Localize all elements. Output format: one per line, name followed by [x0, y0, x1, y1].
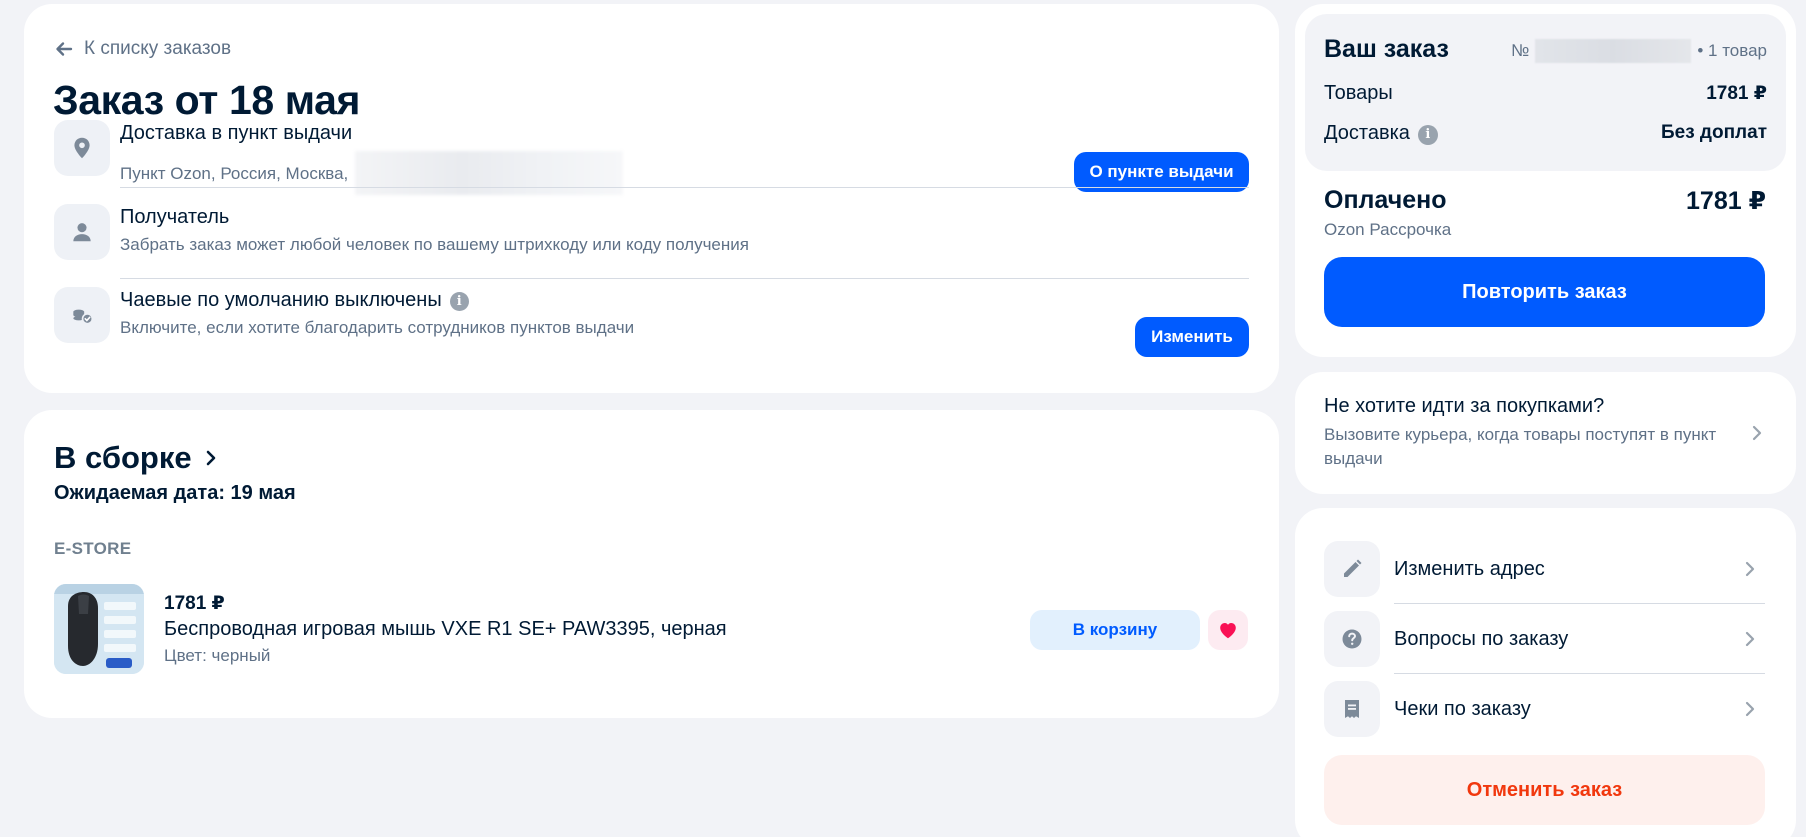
recipient-subtitle: Забрать заказ может любой человек по ваш…	[120, 235, 749, 254]
order-receipts-label: Чеки по заказу	[1394, 698, 1531, 720]
redacted-order-number	[1535, 39, 1692, 63]
delivery-address-text: Пункт Ozon, Россия, Москва,	[120, 164, 349, 183]
tips-title: Чаевые по умолчанию выключены i	[120, 289, 469, 312]
info-icon[interactable]: i	[449, 292, 469, 311]
question-icon	[1324, 611, 1380, 667]
divider	[120, 278, 1249, 279]
order-actions-card: Изменить адрес Вопросы по заказу Чеки по…	[1295, 508, 1796, 837]
goods-value: 1781 ₽	[1706, 83, 1767, 104]
chevron-right-icon	[206, 450, 215, 466]
expected-date: Ожидаемая дата: 19 мая	[54, 482, 296, 504]
back-to-orders-link[interactable]: К списку заказов	[54, 38, 231, 60]
delivery-cost-label: Доставка i	[1324, 122, 1438, 145]
goods-label: Товары	[1324, 82, 1393, 104]
coins-check-icon	[54, 287, 110, 343]
product-name[interactable]: Беспроводная игровая мышь VXE R1 SE+ PAW…	[164, 618, 727, 641]
delivery-row: Доставка в пункт выдачи Пункт Ozon, Росс…	[54, 120, 1249, 214]
order-summary-card: Ваш заказ № • 1 товар Товары 1781 ₽ Дост…	[1295, 4, 1796, 357]
pickup-point-info-button[interactable]: О пункте выдачи	[1074, 152, 1249, 192]
location-pin-icon	[54, 120, 110, 176]
product-image[interactable]	[54, 584, 144, 674]
add-to-cart-button[interactable]: В корзину	[1030, 610, 1200, 650]
delivery-cost-value: Без доплат	[1660, 122, 1767, 143]
redacted-address	[355, 151, 624, 195]
pencil-icon	[1324, 541, 1380, 597]
delivery-cost-label-text: Доставка	[1324, 122, 1410, 144]
change-address-label: Изменить адрес	[1394, 558, 1545, 580]
tips-title-text: Чаевые по умолчанию выключены	[120, 289, 442, 311]
heart-icon	[1220, 622, 1236, 639]
order-questions-label: Вопросы по заказу	[1394, 628, 1569, 650]
change-tips-button[interactable]: Изменить	[1135, 317, 1249, 357]
courier-subtitle: Вызовите курьера, когда товары поступят …	[1324, 425, 1717, 468]
tips-subtitle: Включите, если хотите благодарить сотруд…	[120, 318, 635, 337]
change-address-item[interactable]: Изменить адрес	[1324, 534, 1765, 604]
order-number-prefix: №	[1511, 41, 1530, 60]
divider	[120, 187, 1249, 188]
chevron-right-icon	[1745, 631, 1755, 647]
call-courier-card[interactable]: Не хотите идти за покупками? Вызовите ку…	[1295, 372, 1796, 494]
payment-method: Ozon Рассрочка	[1324, 220, 1452, 239]
receipt-icon	[1324, 681, 1380, 737]
page-title: Заказ от 18 мая	[53, 77, 361, 123]
shipment-status-link[interactable]: В сборке	[54, 440, 220, 476]
order-questions-item[interactable]: Вопросы по заказу	[1324, 604, 1765, 674]
items-count: • 1 товар	[1697, 41, 1767, 60]
tips-row: Чаевые по умолчанию выключены i Включите,…	[54, 287, 1249, 362]
shipment-card: В сборке Ожидаемая дата: 19 мая E-STORE …	[24, 410, 1279, 718]
summary-block: Ваш заказ № • 1 товар Товары 1781 ₽ Дост…	[1305, 14, 1786, 171]
chevron-right-icon	[1745, 701, 1755, 717]
order-number: № • 1 товар	[1511, 39, 1767, 63]
recipient-title: Получатель	[120, 206, 230, 228]
delivery-address: Пункт Ozon, Россия, Москва,	[120, 151, 624, 195]
summary-title: Ваш заказ	[1324, 35, 1449, 63]
product-price: 1781 ₽	[164, 593, 225, 614]
order-receipts-item[interactable]: Чеки по заказу	[1324, 674, 1765, 744]
user-icon	[54, 204, 110, 260]
info-icon[interactable]: i	[1417, 124, 1438, 145]
favorite-button[interactable]	[1208, 610, 1248, 650]
paid-label: Оплачено	[1324, 186, 1447, 214]
shipment-status: В сборке	[54, 440, 192, 475]
courier-title: Не хотите идти за покупками?	[1324, 395, 1605, 417]
chevron-right-icon	[1752, 425, 1762, 441]
recipient-row: Получатель Забрать заказ может любой чел…	[54, 204, 1249, 279]
back-link-label: К списку заказов	[84, 38, 232, 59]
paid-amount: 1781 ₽	[1686, 187, 1766, 215]
product-color: Цвет: черный	[164, 646, 271, 665]
delivery-title: Доставка в пункт выдачи	[120, 122, 353, 144]
chevron-right-icon	[1745, 561, 1755, 577]
seller-name[interactable]: E-STORE	[54, 539, 131, 559]
arrow-left-icon	[56, 42, 73, 56]
repeat-order-button[interactable]: Повторить заказ	[1324, 257, 1765, 327]
cancel-order-button[interactable]: Отменить заказ	[1324, 755, 1765, 825]
order-info-card: К списку заказов Заказ от 18 мая Доставк…	[24, 4, 1279, 393]
